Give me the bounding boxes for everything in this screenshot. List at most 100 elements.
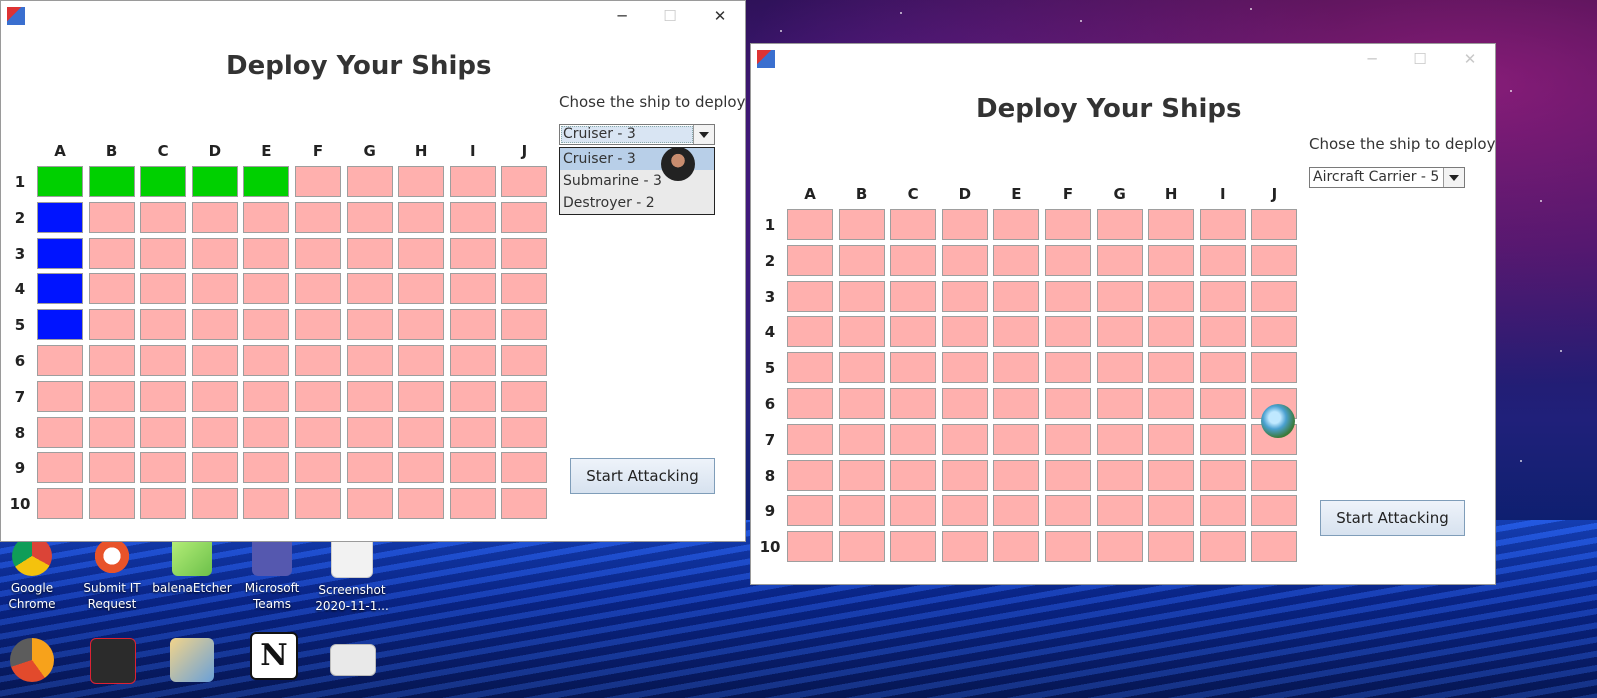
- grid-cell-i5[interactable]: [1199, 352, 1246, 384]
- start-attacking-button[interactable]: Start Attacking: [570, 458, 715, 494]
- grid-cell-i7[interactable]: [449, 380, 496, 412]
- grid-cell-c8[interactable]: [890, 459, 937, 491]
- grid-cell-a7[interactable]: [787, 423, 833, 455]
- grid-cell-d4[interactable]: [941, 316, 988, 348]
- dropdown-option[interactable]: Destroyer - 2: [560, 192, 714, 214]
- grid-cell-e9[interactable]: [243, 452, 290, 484]
- grid-cell-h3[interactable]: [1148, 280, 1195, 312]
- grid-cell-i6[interactable]: [449, 345, 496, 376]
- grid-cell-e7[interactable]: [993, 423, 1040, 455]
- grid-cell-f9[interactable]: [1045, 495, 1091, 527]
- grid-cell-c8[interactable]: [140, 416, 187, 448]
- grid-cell-c5[interactable]: [890, 352, 937, 384]
- grid-cell-j9[interactable]: [1251, 495, 1298, 527]
- grid-cell-b7[interactable]: [838, 423, 885, 455]
- grid-cell-a2[interactable]: [37, 201, 83, 233]
- grid-cell-d10[interactable]: [941, 531, 988, 563]
- grid-cell-a6[interactable]: [37, 345, 83, 376]
- grid-cell-d5[interactable]: [941, 352, 988, 384]
- grid-cell-c3[interactable]: [140, 237, 187, 269]
- grid-cell-a5[interactable]: [37, 309, 83, 341]
- grid-cell-h9[interactable]: [398, 452, 445, 484]
- grid-cell-g7[interactable]: [1096, 423, 1143, 455]
- grid-cell-a4[interactable]: [37, 273, 83, 305]
- grid-cell-g2[interactable]: [1096, 244, 1143, 276]
- grid-cell-f8[interactable]: [295, 416, 341, 448]
- grid-cell-h10[interactable]: [1148, 531, 1195, 563]
- chevron-down-icon[interactable]: [1443, 168, 1464, 187]
- grid-cell-e3[interactable]: [993, 280, 1040, 312]
- grid-cell-j8[interactable]: [501, 416, 548, 448]
- grid-cell-g5[interactable]: [346, 309, 393, 341]
- grid-cell-d7[interactable]: [941, 423, 988, 455]
- grid-cell-a7[interactable]: [37, 380, 83, 412]
- grid-cell-a5[interactable]: [787, 352, 833, 384]
- grid-cell-f9[interactable]: [295, 452, 341, 484]
- grid-cell-b6[interactable]: [88, 345, 135, 376]
- grid-cell-c10[interactable]: [140, 488, 187, 520]
- grid-cell-j10[interactable]: [1251, 531, 1298, 563]
- grid-cell-d6[interactable]: [191, 345, 238, 376]
- desktop-icon-balena[interactable]: balenaEtcher: [152, 536, 232, 596]
- grid-cell-d1[interactable]: [941, 209, 988, 240]
- close-button[interactable]: ✕: [697, 3, 743, 29]
- grid-cell-c4[interactable]: [890, 316, 937, 348]
- grid-cell-d1[interactable]: [191, 166, 238, 197]
- grid-cell-b2[interactable]: [88, 201, 135, 233]
- close-button[interactable]: ✕: [1447, 46, 1493, 72]
- grid-cell-e10[interactable]: [993, 531, 1040, 563]
- grid-cell-g6[interactable]: [1096, 388, 1143, 419]
- grid-cell-f2[interactable]: [295, 201, 341, 233]
- grid-cell-c2[interactable]: [890, 244, 937, 276]
- grid-cell-i9[interactable]: [449, 452, 496, 484]
- grid-cell-a3[interactable]: [787, 280, 833, 312]
- grid-cell-g6[interactable]: [346, 345, 393, 376]
- grid-cell-g9[interactable]: [1096, 495, 1143, 527]
- grid-cell-a4[interactable]: [787, 316, 833, 348]
- grid-cell-i2[interactable]: [449, 201, 496, 233]
- grid-cell-g9[interactable]: [346, 452, 393, 484]
- grid-cell-g3[interactable]: [1096, 280, 1143, 312]
- grid-cell-h7[interactable]: [1148, 423, 1195, 455]
- grid-cell-d5[interactable]: [191, 309, 238, 341]
- grid-cell-d3[interactable]: [941, 280, 988, 312]
- desktop-icon-screenshot[interactable]: Screenshot 2020-11-1...: [312, 536, 392, 614]
- grid-cell-c4[interactable]: [140, 273, 187, 305]
- grid-cell-c6[interactable]: [140, 345, 187, 376]
- grid-cell-e8[interactable]: [243, 416, 290, 448]
- grid-cell-j4[interactable]: [501, 273, 548, 305]
- grid-cell-e10[interactable]: [243, 488, 290, 520]
- grid-cell-i4[interactable]: [1199, 316, 1246, 348]
- start-attacking-button[interactable]: Start Attacking: [1320, 500, 1465, 536]
- grid-cell-c9[interactable]: [140, 452, 187, 484]
- grid-cell-j2[interactable]: [501, 201, 548, 233]
- grid-cell-g3[interactable]: [346, 237, 393, 269]
- grid-cell-e9[interactable]: [993, 495, 1040, 527]
- grid-cell-c7[interactable]: [140, 380, 187, 412]
- grid-cell-a2[interactable]: [787, 244, 833, 276]
- grid-cell-g8[interactable]: [1096, 459, 1143, 491]
- grid-cell-h2[interactable]: [398, 201, 445, 233]
- grid-cell-d2[interactable]: [941, 244, 988, 276]
- grid-cell-h4[interactable]: [398, 273, 445, 305]
- grid-cell-j5[interactable]: [1251, 352, 1298, 384]
- grid-cell-d6[interactable]: [941, 388, 988, 419]
- grid-cell-f5[interactable]: [1045, 352, 1091, 384]
- grid-cell-h3[interactable]: [398, 237, 445, 269]
- grid-cell-a6[interactable]: [787, 388, 833, 419]
- minimize-button[interactable]: ─: [599, 3, 645, 29]
- grid-cell-c9[interactable]: [890, 495, 937, 527]
- grid-cell-j2[interactable]: [1251, 244, 1298, 276]
- grid-cell-i8[interactable]: [1199, 459, 1246, 491]
- grid-cell-a1[interactable]: [37, 166, 83, 197]
- grid-cell-j9[interactable]: [501, 452, 548, 484]
- grid-cell-e3[interactable]: [243, 237, 290, 269]
- grid-cell-i8[interactable]: [449, 416, 496, 448]
- desktop-icon-teams[interactable]: Microsoft Teams: [232, 536, 312, 612]
- grid-cell-b4[interactable]: [88, 273, 135, 305]
- grid-cell-j7[interactable]: [501, 380, 548, 412]
- grid-cell-b3[interactable]: [838, 280, 885, 312]
- grid-cell-c1[interactable]: [140, 166, 187, 197]
- grid-cell-f6[interactable]: [295, 345, 341, 376]
- grid-cell-j6[interactable]: [501, 345, 548, 376]
